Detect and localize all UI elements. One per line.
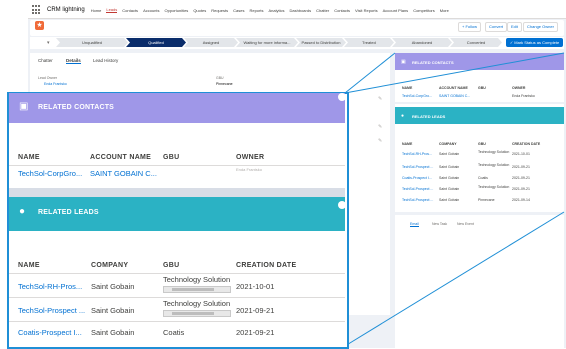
lead-gbu: Technology Solution [163, 276, 231, 284]
lead-creation-date: 2021-09-21 [236, 306, 275, 315]
contacts-col-name: NAME [18, 154, 40, 161]
card-dropdown-icon[interactable] [338, 93, 346, 101]
lead-gbu: Coatis [163, 328, 185, 337]
contacts-col-owner: OWNER [236, 154, 265, 161]
contact-account-link[interactable]: SAINT GOBAIN C... [90, 169, 158, 178]
lead-company: Saint Gobain [91, 282, 135, 291]
section-separator [9, 188, 345, 197]
lead-company: Saint Gobain [91, 328, 135, 337]
row-divider [9, 297, 345, 298]
lead-name-link[interactable]: TechSol-Prospect ... [18, 306, 88, 315]
contacts-col-gbu: GBU [163, 154, 180, 161]
lead-creation-date: 2021-10-01 [236, 282, 275, 291]
row-divider [9, 165, 345, 166]
person-icon: ● [19, 206, 26, 217]
lead-name-link[interactable]: Coatis-Prospect I... [18, 328, 88, 337]
related-contacts-title: RELATED CONTACTS [38, 104, 115, 111]
lead-gbu: Technology Solution [163, 300, 231, 308]
related-leads-title: RELATED LEADS [38, 209, 99, 216]
leads-col-company: COMPANY [91, 262, 129, 269]
card-dropdown-icon[interactable] [338, 201, 346, 209]
row-divider [9, 273, 345, 274]
lead-name-link[interactable]: TechSol-RH-Pros... [18, 282, 88, 291]
contact-owner: Enda Frantsko [236, 167, 263, 172]
contacts-col-account-name: ACCOUNT NAME [90, 154, 152, 161]
leads-col-creation-date: CREATION DATE [236, 262, 297, 269]
lead-company: Saint Gobain [91, 306, 135, 315]
contact-name-link[interactable]: TechSol-CorpGro... [18, 169, 86, 178]
gbu-horizontal-scrollbar[interactable] [163, 286, 231, 293]
leads-col-name: NAME [18, 262, 40, 269]
lead-creation-date: 2021-09-21 [236, 328, 275, 337]
gbu-horizontal-scrollbar[interactable] [163, 310, 231, 317]
contact-card-icon: ▣ [19, 101, 29, 112]
row-divider [9, 321, 345, 322]
leads-col-gbu: GBU [163, 262, 180, 269]
